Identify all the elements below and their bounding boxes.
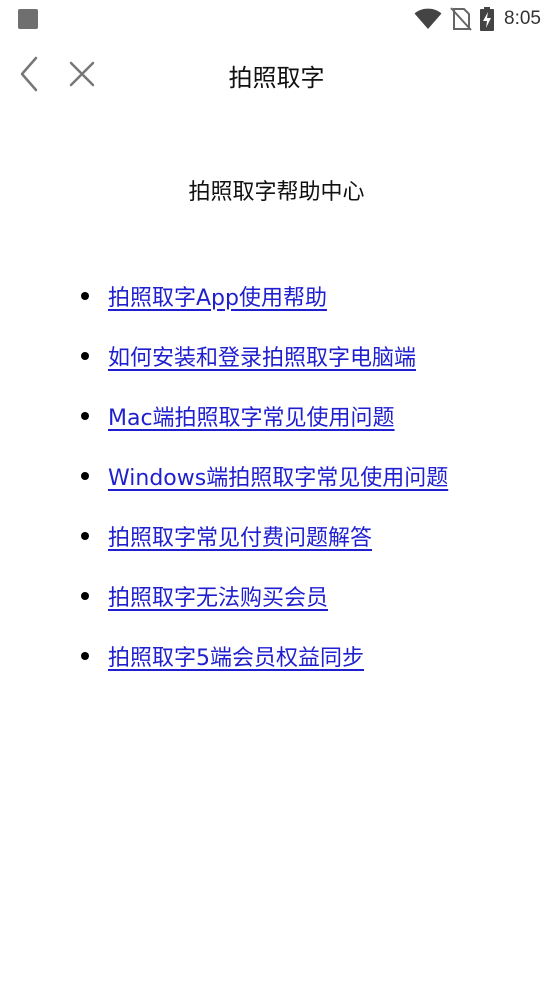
bullet-icon [81, 532, 89, 540]
list-item: Windows端拍照取字常见使用问题 [0, 460, 553, 520]
help-center-heading: 拍照取字帮助中心 [188, 180, 365, 205]
help-link-install-desktop[interactable]: 如何安装和登录拍照取字电脑端 [108, 340, 416, 372]
bullet-icon [81, 412, 89, 420]
bullet-icon [81, 592, 89, 600]
wifi-icon [414, 8, 442, 30]
help-link-windows-faq[interactable]: Windows端拍照取字常见使用问题 [108, 460, 448, 492]
list-item: 如何安装和登录拍照取字电脑端 [0, 340, 553, 400]
page-title: 拍照取字 [228, 64, 325, 92]
help-link-list: 拍照取字App使用帮助 如何安装和登录拍照取字电脑端 Mac端拍照取字常见使用问… [0, 280, 553, 700]
status-bar: 8:05 [0, 0, 553, 38]
help-link-membership-purchase[interactable]: 拍照取字无法购买会员 [108, 580, 328, 612]
battery-charging-icon [480, 7, 495, 31]
list-item: 拍照取字App使用帮助 [0, 280, 553, 340]
help-link-mac-faq[interactable]: Mac端拍照取字常见使用问题 [108, 400, 395, 432]
list-item: Mac端拍照取字常见使用问题 [0, 400, 553, 460]
list-item: 拍照取字5端会员权益同步 [0, 640, 553, 700]
help-link-payment-faq[interactable]: 拍照取字常见付费问题解答 [108, 520, 372, 552]
help-link-membership-sync[interactable]: 拍照取字5端会员权益同步 [108, 640, 364, 672]
nav-bar: 拍照取字 [0, 38, 553, 110]
no-sim-icon [450, 7, 472, 31]
notification-square-icon [18, 9, 38, 29]
status-icons: 8:05 [414, 5, 541, 33]
bullet-icon [81, 652, 89, 660]
list-item: 拍照取字常见付费问题解答 [0, 520, 553, 580]
bullet-icon [81, 352, 89, 360]
bullet-icon [81, 472, 89, 480]
status-time: 8:05 [504, 8, 541, 29]
list-item: 拍照取字无法购买会员 [0, 580, 553, 640]
bullet-icon [81, 292, 89, 300]
help-link-app-usage[interactable]: 拍照取字App使用帮助 [108, 280, 327, 312]
